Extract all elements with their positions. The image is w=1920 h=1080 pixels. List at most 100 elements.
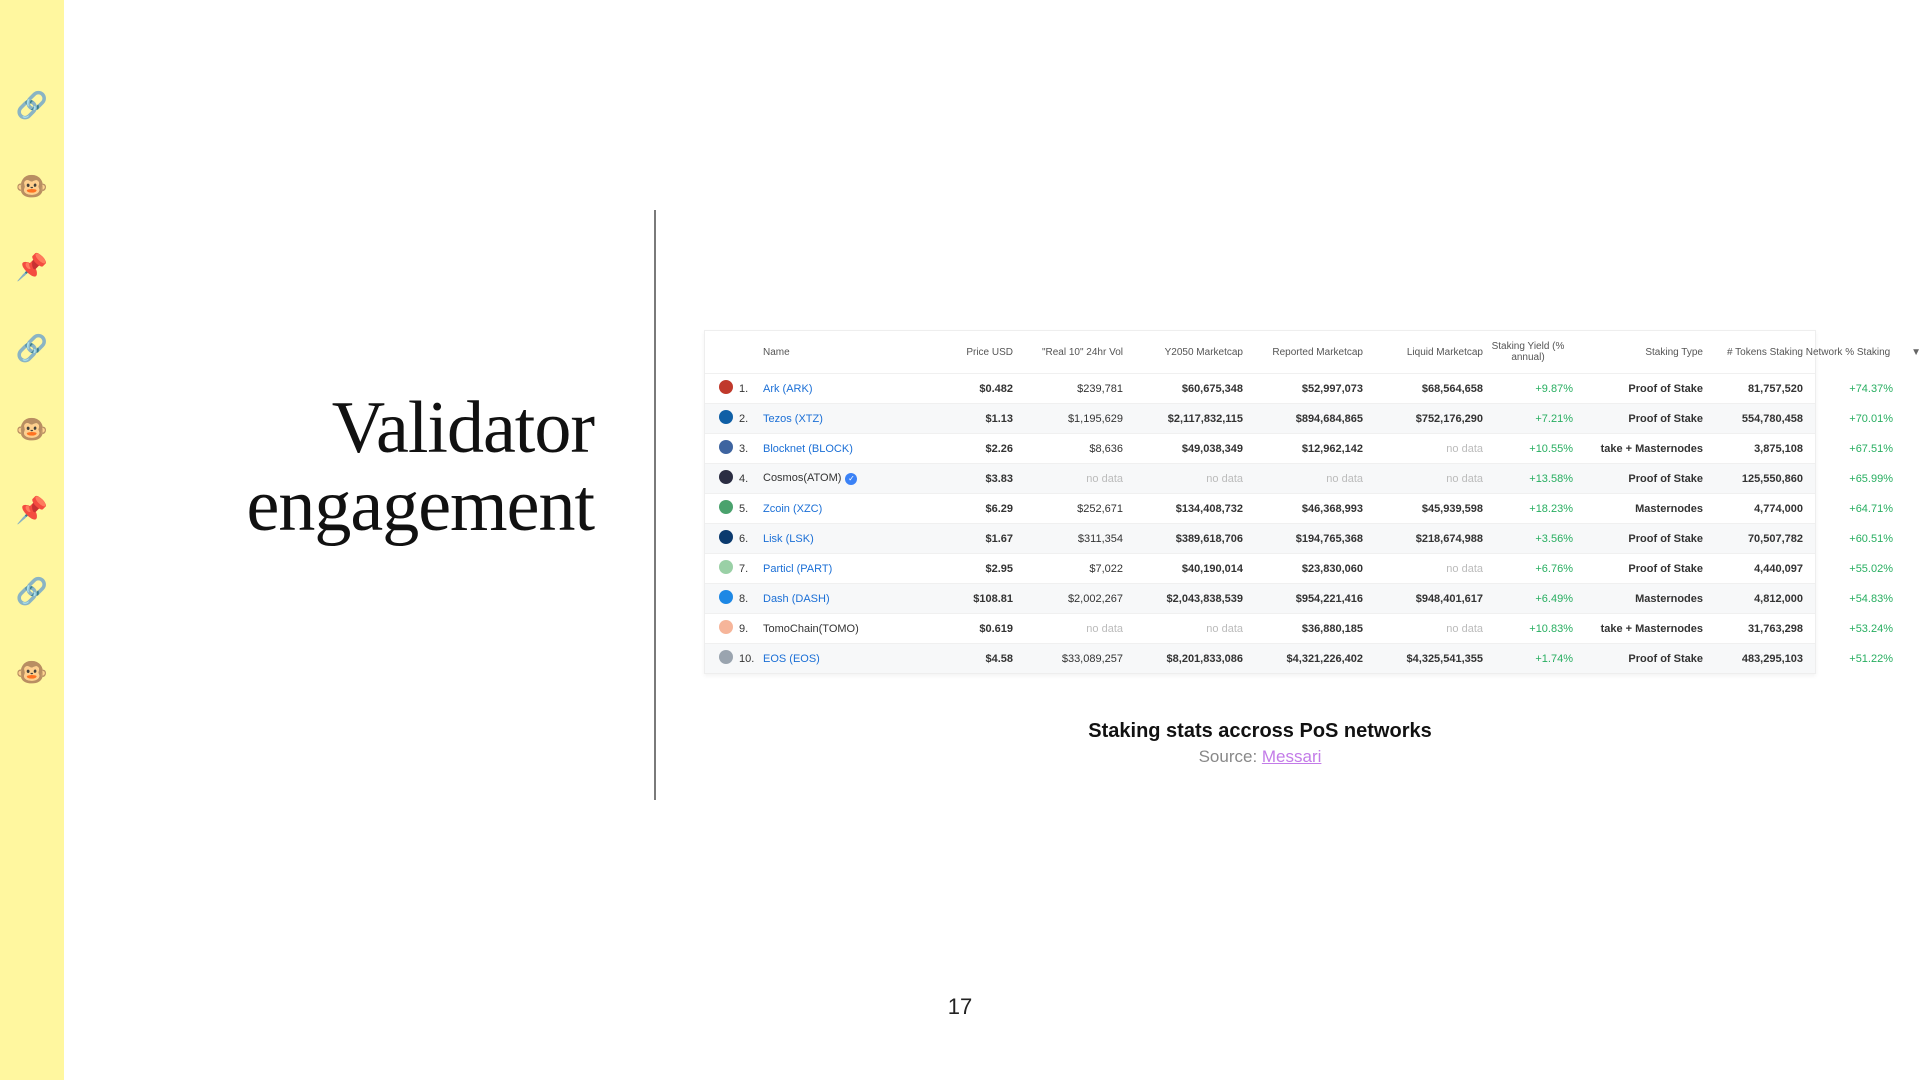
reported-cell: $52,997,073 [1243, 383, 1363, 395]
reported-cell: $894,684,865 [1243, 413, 1363, 425]
asset-name: Cosmos(ATOM)✓ [763, 472, 923, 485]
caption-source-link[interactable]: Messari [1262, 747, 1322, 766]
tokens-cell: 125,550,860 [1703, 473, 1803, 485]
reported-cell: $46,368,993 [1243, 503, 1363, 515]
vol-cell: $252,671 [1013, 503, 1123, 515]
row-rank: 7. [739, 563, 763, 575]
asset-name[interactable]: Tezos (XTZ) [763, 413, 923, 425]
asset-link[interactable]: EOS (EOS) [763, 653, 820, 665]
liquid-cell: $948,401,617 [1363, 593, 1483, 605]
tokens-cell: 4,812,000 [1703, 593, 1803, 605]
right-content: Name Price USD "Real 10" 24hr Vol Y2050 … [704, 330, 1816, 767]
asset-link[interactable]: Tezos (XTZ) [763, 413, 823, 425]
asset-logo [713, 470, 739, 487]
asset-logo [713, 500, 739, 517]
asset-link[interactable]: Blocknet (BLOCK) [763, 443, 853, 455]
yield-cell: +7.21% [1483, 413, 1573, 425]
col-y2050: Y2050 Marketcap [1123, 347, 1243, 358]
price-cell: $6.29 [923, 503, 1013, 515]
tokens-cell: 4,440,097 [1703, 563, 1803, 575]
asset-name[interactable]: Lisk (LSK) [763, 533, 923, 545]
row-rank: 5. [739, 503, 763, 515]
reported-cell: $23,830,060 [1243, 563, 1363, 575]
col-price: Price USD [923, 347, 1013, 358]
table-row: 7.Particl (PART)$2.95$7,022$40,190,014$2… [705, 553, 1815, 583]
vertical-divider [654, 210, 656, 800]
yield-cell: +6.49% [1483, 593, 1573, 605]
asset-link[interactable]: Lisk (LSK) [763, 533, 814, 545]
type-cell: Proof of Stake [1573, 413, 1703, 425]
network-pct-cell: +65.99% [1803, 473, 1893, 485]
asset-logo [713, 560, 739, 577]
asset-name[interactable]: Dash (DASH) [763, 593, 923, 605]
type-cell: Proof of Stake [1573, 563, 1703, 575]
price-cell: $0.619 [923, 623, 1013, 635]
tokens-cell: 31,763,298 [1703, 623, 1803, 635]
type-cell: Proof of Stake [1573, 383, 1703, 395]
price-cell: $4.58 [923, 653, 1013, 665]
asset-name[interactable]: Zcoin (XZC) [763, 503, 923, 515]
type-cell: Proof of Stake [1573, 533, 1703, 545]
table-row: 3.Blocknet (BLOCK)$2.26$8,636$49,038,349… [705, 433, 1815, 463]
row-rank: 6. [739, 533, 763, 545]
asset-logo [713, 380, 739, 397]
network-pct-cell: +64.71% [1803, 503, 1893, 515]
edge-decor-icon: 🐵 [16, 657, 48, 688]
reported-cell: $954,221,416 [1243, 593, 1363, 605]
type-cell: Proof of Stake [1573, 473, 1703, 485]
vol-cell: $7,022 [1013, 563, 1123, 575]
liquid-cell: $4,325,541,355 [1363, 653, 1483, 665]
asset-link[interactable]: Zcoin (XZC) [763, 503, 822, 515]
liquid-cell: $218,674,988 [1363, 533, 1483, 545]
liquid-cell: no data [1363, 473, 1483, 485]
page-number: 17 [64, 994, 1856, 1020]
liquid-cell: no data [1363, 623, 1483, 635]
liquid-cell: $752,176,290 [1363, 413, 1483, 425]
yield-cell: +13.58% [1483, 473, 1573, 485]
y2050-cell: $60,675,348 [1123, 383, 1243, 395]
liquid-cell: $45,939,598 [1363, 503, 1483, 515]
asset-logo [713, 440, 739, 457]
y2050-cell: $8,201,833,086 [1123, 653, 1243, 665]
col-name: Name [763, 347, 923, 358]
caption-subtitle: Source: Messari [704, 747, 1816, 767]
col-liquid: Liquid Marketcap [1363, 347, 1483, 358]
edge-decor-icon: 🐵 [16, 171, 48, 202]
liquid-cell: no data [1363, 443, 1483, 455]
vol-cell: $8,636 [1013, 443, 1123, 455]
network-pct-cell: +54.83% [1803, 593, 1893, 605]
asset-name[interactable]: EOS (EOS) [763, 653, 923, 665]
verified-badge-icon: ✓ [845, 473, 857, 485]
asset-name[interactable]: Ark (ARK) [763, 383, 923, 395]
edge-decor-icon: 🔗 [16, 576, 48, 607]
tokens-cell: 81,757,520 [1703, 383, 1803, 395]
type-cell: Masternodes [1573, 593, 1703, 605]
vol-cell: $2,002,267 [1013, 593, 1123, 605]
asset-logo [713, 650, 739, 667]
edge-decor-icon: 📌 [16, 495, 48, 526]
price-cell: $3.83 [923, 473, 1013, 485]
staking-table: Name Price USD "Real 10" 24hr Vol Y2050 … [704, 330, 1816, 674]
y2050-cell: no data [1123, 473, 1243, 485]
type-cell: Masternodes [1573, 503, 1703, 515]
tokens-cell: 4,774,000 [1703, 503, 1803, 515]
price-cell: $1.67 [923, 533, 1013, 545]
sort-caret-icon[interactable]: ▼ [1893, 347, 1920, 358]
yield-cell: +10.55% [1483, 443, 1573, 455]
asset-link[interactable]: Dash (DASH) [763, 593, 830, 605]
yield-cell: +9.87% [1483, 383, 1573, 395]
y2050-cell: $2,043,838,539 [1123, 593, 1243, 605]
table-row: 8.Dash (DASH)$108.81$2,002,267$2,043,838… [705, 583, 1815, 613]
liquid-cell: no data [1363, 563, 1483, 575]
reported-cell: $12,962,142 [1243, 443, 1363, 455]
asset-name[interactable]: Blocknet (BLOCK) [763, 443, 923, 455]
tokens-cell: 554,780,458 [1703, 413, 1803, 425]
tokens-cell: 3,875,108 [1703, 443, 1803, 455]
yield-cell: +6.76% [1483, 563, 1573, 575]
vol-cell: $33,089,257 [1013, 653, 1123, 665]
left-edge-strip: 🔗🐵📌🔗🐵📌🔗🐵 [0, 0, 64, 1080]
asset-name: TomoChain(TOMO) [763, 623, 923, 635]
asset-link[interactable]: Particl (PART) [763, 563, 832, 575]
asset-name[interactable]: Particl (PART) [763, 563, 923, 575]
asset-link[interactable]: Ark (ARK) [763, 383, 813, 395]
